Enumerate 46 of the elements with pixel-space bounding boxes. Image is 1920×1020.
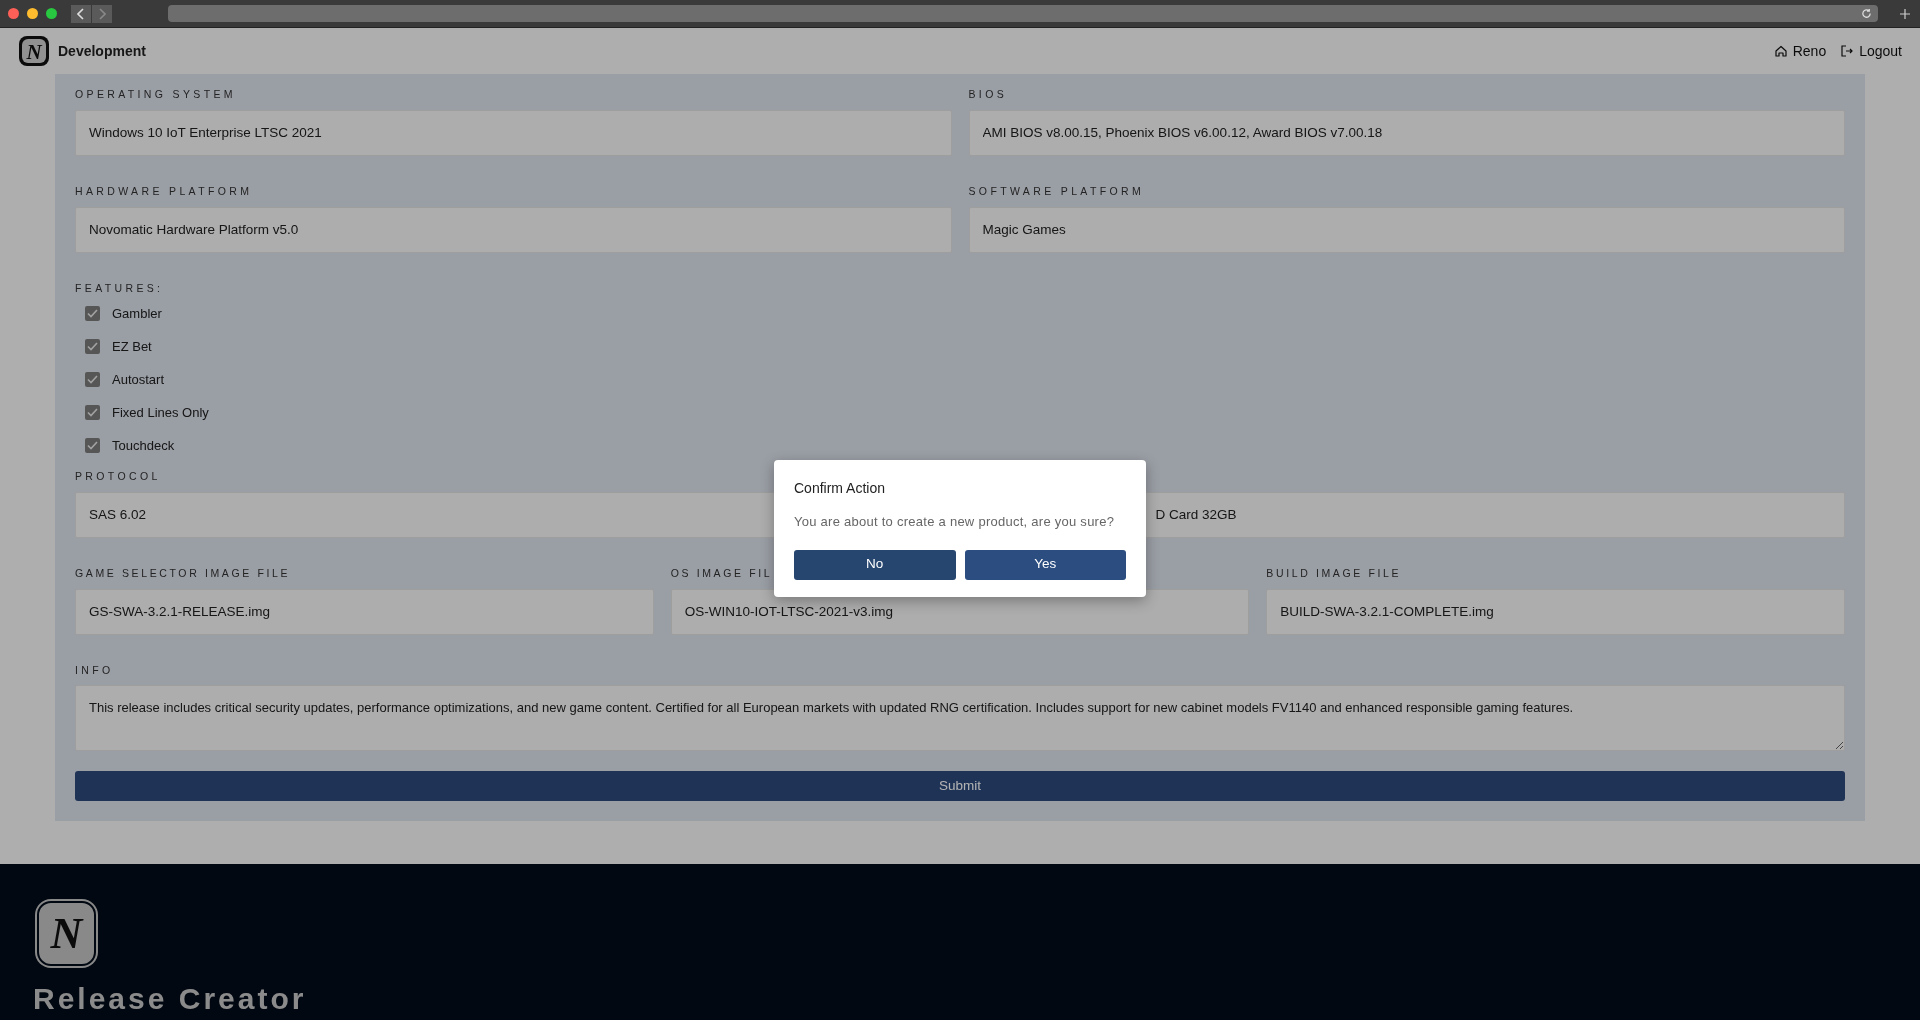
checkbox-label: Fixed Lines Only <box>112 403 209 422</box>
field-label: BIOS <box>968 87 1008 102</box>
minimize-window-button[interactable] <box>27 8 38 19</box>
field-label: HARDWARE PLATFORM <box>75 183 253 199</box>
field-label: OPERATING SYSTEM <box>75 87 236 102</box>
input-field[interactable]: Windows 10 IoT Enterprise LTSC 2021 <box>75 109 952 156</box>
checkbox-label: EZ Bet <box>112 337 152 356</box>
home-icon <box>1773 44 1788 58</box>
checkbox-label: Autostart <box>112 370 165 389</box>
checkbox[interactable] <box>85 372 100 387</box>
submit-button[interactable]: Submit <box>75 771 1845 802</box>
close-window-button[interactable] <box>8 8 19 19</box>
field-label: OS IMAGE FIL <box>670 565 773 581</box>
input-field[interactable]: AMI BIOS v8.00.15, Phoenix BIOS v6.00.12, Award BIOS v7.00.18 <box>968 109 1845 156</box>
field-label: INFO <box>75 662 114 678</box>
input-field[interactable]: Magic Games <box>968 206 1845 253</box>
logo: N <box>18 35 50 67</box>
checkbox[interactable] <box>85 405 100 420</box>
logo: N <box>33 897 100 970</box>
field-label: GAME SELECTOR IMAGE FILE <box>75 565 291 581</box>
footer-title: Release Creator <box>33 984 308 1014</box>
reload-icon[interactable] <box>1861 8 1872 19</box>
input-field[interactable]: Novomatic Hardware Platform v5.0 <box>75 206 952 253</box>
text-area[interactable]: This release includes critical security updates, performance optimizations, and new game content. Certified for all European markets with updated RNG certification. Includes support for new cabinet models FV1140 and enhanced responsible gaming features. <box>75 685 1845 752</box>
checkbox-label: Touchdeck <box>112 436 175 455</box>
field-label: SOFTWARE PLATFORM <box>968 183 1145 199</box>
input-field[interactable]: GS-SWA-3.2.1-RELEASE.img <box>75 588 654 635</box>
checkbox-label: Gambler <box>112 304 162 323</box>
checkbox[interactable] <box>85 438 100 453</box>
dialog-button[interactable]: No <box>794 549 956 580</box>
chevron-left-icon <box>77 7 85 20</box>
logout-icon <box>1840 44 1855 58</box>
input-field[interactable]: BUILD-SWA-3.2.1-COMPLETE.img <box>1266 588 1845 635</box>
maximize-window-button[interactable] <box>46 8 57 19</box>
nav-link[interactable]: Reno <box>1773 40 1827 62</box>
back-button[interactable] <box>71 4 91 23</box>
dialog-button[interactable]: Yes <box>964 549 1126 580</box>
app-name: Development <box>58 41 146 61</box>
chevron-right-icon <box>98 7 106 20</box>
nav-link[interactable]: Logout <box>1840 40 1902 62</box>
field-label: PROTOCOL <box>75 469 161 484</box>
new-tab-icon[interactable] <box>1898 6 1912 21</box>
checkbox[interactable] <box>85 306 100 321</box>
checkbox[interactable] <box>85 339 100 354</box>
section-label: FEATURES: <box>75 280 164 296</box>
field-label: BUILD IMAGE FILE <box>1266 565 1402 581</box>
